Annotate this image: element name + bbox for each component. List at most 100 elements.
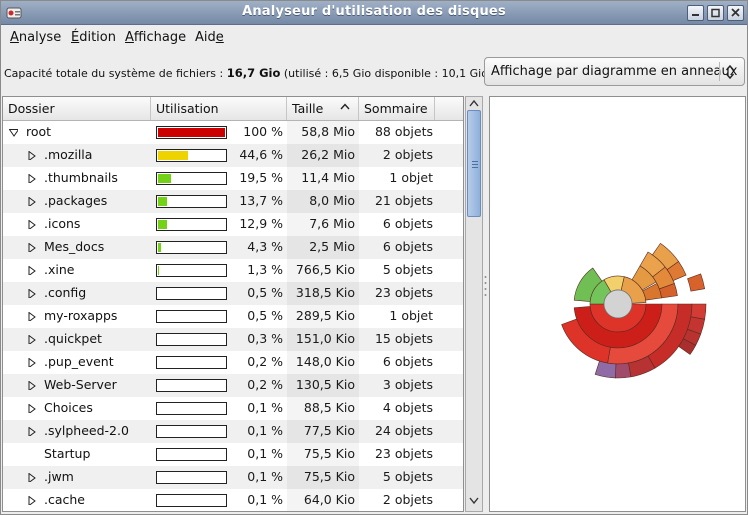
folder-row[interactable]: my-roxapps 0,5 % 289,5 Kio 1 objet [3, 305, 463, 328]
usage-percent: 100 % [243, 124, 283, 139]
column-header-dossier[interactable]: Dossier [3, 97, 151, 120]
menu-analyse[interactable]: Analyse [10, 30, 61, 45]
folder-row[interactable]: .cache 0,1 % 64,0 Kio 2 objets [3, 489, 463, 511]
folder-row[interactable]: Web-Server 0,2 % 130,5 Kio 3 objets [3, 374, 463, 397]
folder-row[interactable]: root 100 % 58,8 Mio 88 objets [3, 121, 463, 144]
object-count: 23 objets [374, 446, 433, 461]
folder-row[interactable]: .quickpet 0,3 % 151,0 Kio 15 objets [3, 328, 463, 351]
expander-collapsed-icon[interactable] [27, 197, 36, 206]
folder-row[interactable]: .sylpheed-2.0 0,1 % 77,5 Kio 24 objets [3, 420, 463, 443]
folder-size: 26,2 Mio [301, 147, 355, 162]
column-header-taille[interactable]: Taille [287, 97, 359, 120]
scroll-down-arrow-icon[interactable] [469, 497, 479, 505]
expander-collapsed-icon[interactable] [27, 335, 36, 344]
expander-collapsed-icon[interactable] [27, 473, 36, 482]
tree-rows: root 100 % 58,8 Mio 88 objets .mozilla 44,6 %… [3, 121, 463, 511]
object-count: 6 objets [382, 354, 433, 369]
capacity-total: 16,7 Gio [226, 66, 281, 80]
usage-percent: 0,5 % [247, 285, 283, 300]
folder-row[interactable]: Choices 0,1 % 88,5 Kio 4 objets [3, 397, 463, 420]
folder-row[interactable]: .icons 12,9 % 7,6 Mio 6 objets [3, 213, 463, 236]
expander-collapsed-icon[interactable] [27, 358, 36, 367]
expander-collapsed-icon[interactable] [27, 496, 36, 505]
expander-collapsed-icon[interactable] [27, 243, 36, 252]
usage-percent: 12,9 % [239, 216, 283, 231]
scroll-up-arrow-icon[interactable] [469, 99, 479, 107]
folder-name: .packages [44, 193, 108, 208]
expander-collapsed-icon[interactable] [27, 289, 36, 298]
folder-row[interactable]: .jwm 0,1 % 75,5 Kio 5 objets [3, 466, 463, 489]
menu-aide[interactable]: Aide [195, 30, 224, 45]
tree-vertical-scrollbar[interactable] [465, 96, 483, 512]
usage-bar [156, 149, 227, 162]
object-count: 24 objets [374, 423, 433, 438]
usage-bar-fill [158, 266, 159, 275]
ring-chart-pane[interactable] [489, 96, 746, 512]
object-count: 2 objets [382, 147, 433, 162]
expander-collapsed-icon[interactable] [27, 312, 36, 321]
column-header-utilisation[interactable]: Utilisation [151, 97, 287, 120]
object-count: 21 objets [374, 193, 433, 208]
view-mode-select[interactable]: Affichage par diagramme en anneaux [484, 57, 745, 86]
folder-row[interactable]: .xine 1,3 % 766,5 Kio 5 objets [3, 259, 463, 282]
usage-percent: 0,1 % [247, 492, 283, 507]
column-header-sommaire[interactable]: Sommaire [359, 97, 435, 120]
object-count: 88 objets [374, 124, 433, 139]
expander-collapsed-icon[interactable] [27, 404, 36, 413]
minimize-icon [692, 14, 699, 16]
folder-row[interactable]: .mozilla 44,6 % 26,2 Mio 2 objets [3, 144, 463, 167]
scrollbar-thumb[interactable] [467, 110, 481, 217]
expander-collapsed-icon[interactable] [27, 174, 36, 183]
expander-collapsed-icon[interactable] [27, 381, 36, 390]
ring-chart[interactable] [490, 97, 745, 511]
usage-bar-fill [158, 151, 188, 160]
usage-bar [156, 287, 227, 300]
usage-percent: 0,5 % [247, 308, 283, 323]
folder-size: 64,0 Kio [303, 492, 355, 507]
usage-bar [156, 425, 227, 438]
expander-expanded-icon[interactable] [9, 128, 18, 137]
folder-name: my-roxapps [44, 308, 118, 323]
folder-row[interactable]: .config 0,5 % 318,5 Kio 23 objets [3, 282, 463, 305]
usage-bar [156, 356, 227, 369]
chevron-up-down-icon [725, 64, 735, 80]
object-count: 6 objets [382, 239, 433, 254]
menu-edition[interactable]: Édition [71, 30, 116, 45]
object-count: 15 objets [374, 331, 433, 346]
usage-percent: 19,5 % [239, 170, 283, 185]
expander-collapsed-icon[interactable] [27, 427, 36, 436]
expander-collapsed-icon[interactable] [27, 151, 36, 160]
view-mode-value: Affichage par diagramme en anneaux [491, 64, 738, 79]
folder-row[interactable]: Mes_docs 4,3 % 2,5 Mio 6 objets [3, 236, 463, 259]
folder-name: .thumbnails [44, 170, 118, 185]
folder-row[interactable]: Startup 0,1 % 75,5 Kio 23 objets [3, 443, 463, 466]
minimize-button[interactable] [687, 5, 704, 21]
ring-center-root[interactable] [603, 289, 633, 319]
expander-collapsed-icon[interactable] [27, 220, 36, 229]
folder-name: .cache [44, 492, 85, 507]
expander-collapsed-icon[interactable] [27, 266, 36, 275]
ring-segment[interactable] [687, 273, 706, 292]
folder-row[interactable]: .thumbnails 19,5 % 11,4 Mio 1 objet [3, 167, 463, 190]
folder-row[interactable]: .pup_event 0,2 % 148,0 Kio 6 objets [3, 351, 463, 374]
menu-affichage[interactable]: Affichage [125, 30, 186, 45]
folder-size: 75,5 Kio [303, 446, 355, 461]
close-button[interactable] [727, 5, 744, 21]
usage-bar [156, 172, 227, 185]
pane-splitter-handle[interactable] [484, 271, 487, 301]
object-count: 6 objets [382, 216, 433, 231]
folder-name: Startup [44, 446, 91, 461]
ring-segment[interactable] [594, 360, 617, 379]
folder-tree-view[interactable]: Dossier Utilisation Taille Sommaire root… [2, 96, 464, 512]
usage-percent: 0,3 % [247, 331, 283, 346]
folder-name: Mes_docs [44, 239, 105, 254]
folder-name: root [26, 124, 52, 139]
usage-bar [156, 264, 227, 277]
ring-segment[interactable] [615, 362, 632, 379]
maximize-button[interactable] [707, 5, 724, 21]
folder-row[interactable]: .packages 13,7 % 8,0 Mio 21 objets [3, 190, 463, 213]
usage-bar [156, 448, 227, 461]
object-count: 5 objets [382, 469, 433, 484]
title-bar[interactable]: Analyseur d'utilisation des disques [1, 1, 747, 25]
disk-analyzer-window: Analyseur d'utilisation des disques Anal… [0, 0, 748, 515]
